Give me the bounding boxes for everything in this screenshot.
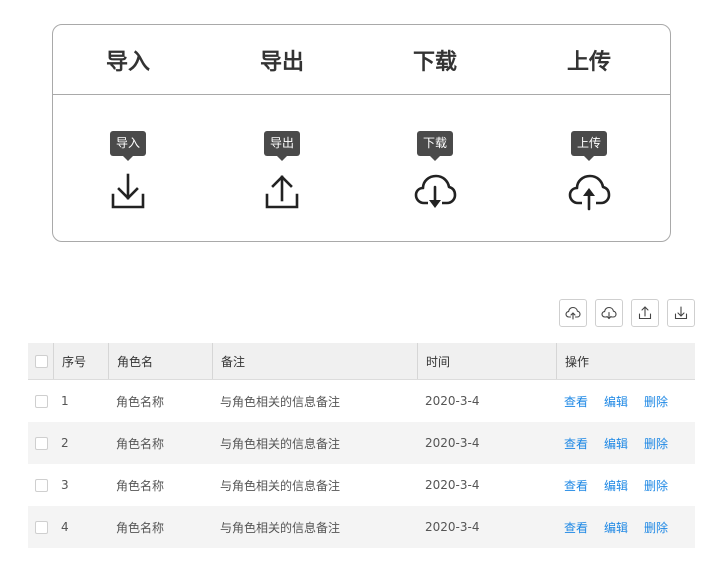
import-icon — [674, 306, 688, 320]
cloud-download-icon[interactable] — [413, 171, 457, 211]
tooltip-upload: 上传 — [570, 131, 608, 156]
select-all-checkbox[interactable] — [35, 354, 48, 368]
tooltip-import: 导入 — [109, 131, 147, 156]
view-link[interactable]: 查看 — [564, 435, 588, 452]
header-export: 导出 — [259, 50, 304, 75]
edit-link[interactable]: 编辑 — [604, 393, 628, 410]
column-actions: 操作 — [556, 343, 695, 379]
table-row: 2 角色名称 与角色相关的信息备注 2020-3-4 查看 编辑 删除 — [28, 422, 695, 464]
row-checkbox[interactable] — [35, 478, 48, 492]
view-link[interactable]: 查看 — [564, 393, 588, 410]
column-role-name: 角色名 — [108, 343, 212, 379]
row-index: 1 — [61, 394, 69, 408]
column-note: 备注 — [212, 343, 417, 379]
row-note: 与角色相关的信息备注 — [220, 478, 341, 493]
cloud-download-icon — [601, 306, 617, 320]
delete-link[interactable]: 删除 — [644, 393, 668, 410]
select-all-cell[interactable] — [28, 343, 53, 379]
row-role-name: 角色名称 — [116, 520, 165, 535]
column-time: 时间 — [417, 343, 556, 379]
toolbar-import-button[interactable] — [667, 299, 695, 327]
table-row: 1 角色名称 与角色相关的信息备注 2020-3-4 查看 编辑 删除 — [28, 380, 695, 422]
cloud-upload-icon[interactable] — [567, 171, 611, 211]
row-actions: 查看 编辑 删除 — [556, 464, 695, 506]
export-icon[interactable] — [260, 171, 304, 211]
row-time: 2020-3-4 — [425, 520, 480, 534]
column-index: 序号 — [53, 343, 108, 379]
cloud-upload-icon — [565, 306, 581, 320]
row-checkbox-cell — [28, 422, 53, 464]
table-row: 4 角色名称 与角色相关的信息备注 2020-3-4 查看 编辑 删除 — [28, 506, 695, 548]
row-note: 与角色相关的信息备注 — [220, 436, 341, 451]
tooltip-export: 导出 — [263, 131, 301, 156]
row-checkbox-cell — [28, 506, 53, 548]
card-header: 导入 导出 下载 上传 — [53, 25, 670, 95]
toolbar-export-button[interactable] — [631, 299, 659, 327]
row-checkbox-cell — [28, 380, 53, 422]
delete-link[interactable]: 删除 — [644, 519, 668, 536]
tooltip-download: 下载 — [416, 131, 454, 156]
role-table: 序号 角色名 备注 时间 操作 1 角色名称 与角色相关的信息备注 2020-3… — [28, 343, 695, 548]
row-checkbox[interactable] — [35, 436, 48, 450]
edit-link[interactable]: 编辑 — [604, 519, 628, 536]
header-import: 导入 — [105, 50, 150, 75]
upload-item[interactable]: 上传 — [549, 131, 629, 211]
row-checkbox[interactable] — [35, 394, 48, 408]
download-item[interactable]: 下载 — [395, 131, 475, 211]
row-actions: 查看 编辑 删除 — [556, 380, 695, 422]
edit-link[interactable]: 编辑 — [604, 477, 628, 494]
view-link[interactable]: 查看 — [564, 519, 588, 536]
header-upload: 上传 — [566, 50, 611, 75]
delete-link[interactable]: 删除 — [644, 477, 668, 494]
row-checkbox[interactable] — [35, 520, 48, 534]
row-time: 2020-3-4 — [425, 394, 480, 408]
icon-demo-card: 导入 导出 下载 上传 导入 导出 下载 上传 — [52, 24, 671, 242]
table-header: 序号 角色名 备注 时间 操作 — [28, 343, 695, 380]
row-index: 2 — [61, 436, 69, 450]
view-link[interactable]: 查看 — [564, 477, 588, 494]
toolbar-upload-button[interactable] — [559, 299, 587, 327]
row-note: 与角色相关的信息备注 — [220, 520, 341, 535]
row-index: 4 — [61, 520, 69, 534]
delete-link[interactable]: 删除 — [644, 435, 668, 452]
edit-link[interactable]: 编辑 — [604, 435, 628, 452]
row-checkbox-cell — [28, 464, 53, 506]
row-role-name: 角色名称 — [116, 478, 165, 493]
table-row: 3 角色名称 与角色相关的信息备注 2020-3-4 查看 编辑 删除 — [28, 464, 695, 506]
row-time: 2020-3-4 — [425, 478, 480, 492]
row-actions: 查看 编辑 删除 — [556, 422, 695, 464]
export-item[interactable]: 导出 — [242, 131, 322, 211]
row-note: 与角色相关的信息备注 — [220, 394, 341, 409]
row-role-name: 角色名称 — [116, 394, 165, 409]
row-index: 3 — [61, 478, 69, 492]
header-download: 下载 — [412, 50, 457, 75]
import-icon[interactable] — [106, 171, 150, 211]
toolbar-download-button[interactable] — [595, 299, 623, 327]
row-actions: 查看 编辑 删除 — [556, 506, 695, 548]
row-time: 2020-3-4 — [425, 436, 480, 450]
import-item[interactable]: 导入 — [88, 131, 168, 211]
row-role-name: 角色名称 — [116, 436, 165, 451]
export-icon — [638, 306, 652, 320]
